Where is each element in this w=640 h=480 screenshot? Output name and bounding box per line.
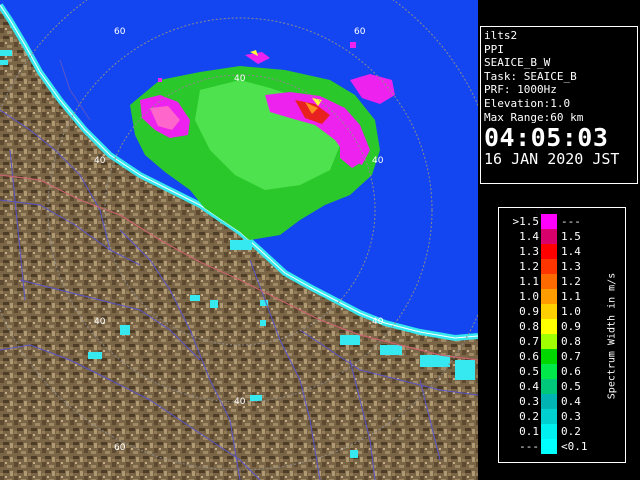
max-range-label: Max Range:60 km [484,110,584,124]
ring-label: 40 [94,156,106,166]
legend-swatch [541,259,557,274]
scan-mode: PPI [484,42,504,56]
ring-label: 40 [94,317,106,327]
prf-label: PRF: 1000Hz [484,83,557,97]
legend-row-lower: 0.2 [519,410,539,423]
legend-row: 1.3 1.4 [499,244,625,259]
legend-row-upper: 1.0 [561,305,581,318]
ring-label: 40 [234,397,246,407]
legend-row: >1.5 --- [499,214,625,229]
legend-row-lower: 0.4 [519,380,539,393]
ring-label: 60 [114,27,126,37]
elevation-label: Elevation:1.0 [484,96,571,110]
legend-row: --- <0.1 [499,439,625,454]
legend-swatch [541,304,557,319]
radar-map[interactable]: 60 40 60 40 40 40 40 40 60 [0,0,478,480]
legend-row-lower: 1.4 [519,230,539,243]
legend-row-lower: >1.5 [512,215,540,228]
legend-row: 0.2 0.3 [499,409,625,424]
legend-swatch [541,379,557,394]
legend-row-upper: 0.8 [561,335,581,348]
legend-row-lower: 0.6 [519,350,539,363]
legend-row-upper: 1.4 [561,245,581,258]
legend-swatch [541,334,557,349]
legend-row-lower: 0.1 [519,425,539,438]
scan-name: SEAICE_B_W [484,56,551,70]
legend-swatch [541,274,557,289]
legend-swatch [541,244,557,259]
legend-swatch [541,319,557,334]
legend-row-lower: --- [519,440,539,453]
legend-swatch [541,214,557,229]
legend-swatch [541,229,557,244]
legend-row-lower: 0.5 [519,365,539,378]
info-panel: ilts2 PPI SEAICE_B_W Task: SEAICE_B PRF:… [480,26,638,184]
task-label: Task: SEAICE_B [484,69,577,83]
time-display: 04:05:03 [484,123,609,153]
legend-row-upper: 0.6 [561,365,581,378]
legend-row-lower: 1.0 [519,290,539,303]
ring-label: 60 [354,27,366,37]
legend-swatch [541,364,557,379]
legend-row-upper: 1.2 [561,275,581,288]
legend-row-lower: 0.8 [519,320,539,333]
legend-title: Spectrum Width in m/s [606,272,618,400]
legend-row-upper: 1.5 [561,230,581,243]
legend-row-upper: 0.7 [561,350,581,363]
legend-swatch [541,409,557,424]
legend-row-lower: 1.3 [519,245,539,258]
legend-row: 0.1 0.2 [499,424,625,439]
legend-row-upper: --- [561,215,581,228]
legend-swatch [541,289,557,304]
legend-row-lower: 0.9 [519,305,539,318]
radar-map-canvas: 60 40 60 40 40 40 40 40 60 [0,0,478,480]
legend-row-upper: 1.3 [561,260,581,273]
legend-swatch [541,439,557,454]
legend-row: 1.4 1.5 [499,229,625,244]
legend-row-upper: 0.3 [561,410,581,423]
color-legend: >1.5 --- 1.4 1.5 1.3 1.4 1.2 1.3 1.1 1.2 1.0 1.1 0.9… [498,207,626,463]
legend-swatch [541,424,557,439]
legend-row: 1.2 1.3 [499,259,625,274]
legend-row-upper: 0.4 [561,395,581,408]
date-display: 16 JAN 2020 JST [484,150,620,169]
legend-row-lower: 0.7 [519,335,539,348]
legend-row-lower: 1.1 [519,275,539,288]
radar-name: ilts2 [484,29,518,42]
legend-row-lower: 1.2 [519,260,539,273]
ring-label: 60 [114,443,126,453]
legend-swatch [541,394,557,409]
ring-label: 40 [372,317,384,327]
legend-row-upper: 1.1 [561,290,581,303]
legend-row-upper: 0.2 [561,425,581,438]
ring-label: 40 [372,156,384,166]
legend-row-upper: 0.5 [561,380,581,393]
legend-row-upper: <0.1 [561,440,588,453]
legend-row-lower: 0.3 [519,395,539,408]
legend-row-upper: 0.9 [561,320,581,333]
ring-label: 40 [234,74,246,84]
legend-swatch [541,349,557,364]
